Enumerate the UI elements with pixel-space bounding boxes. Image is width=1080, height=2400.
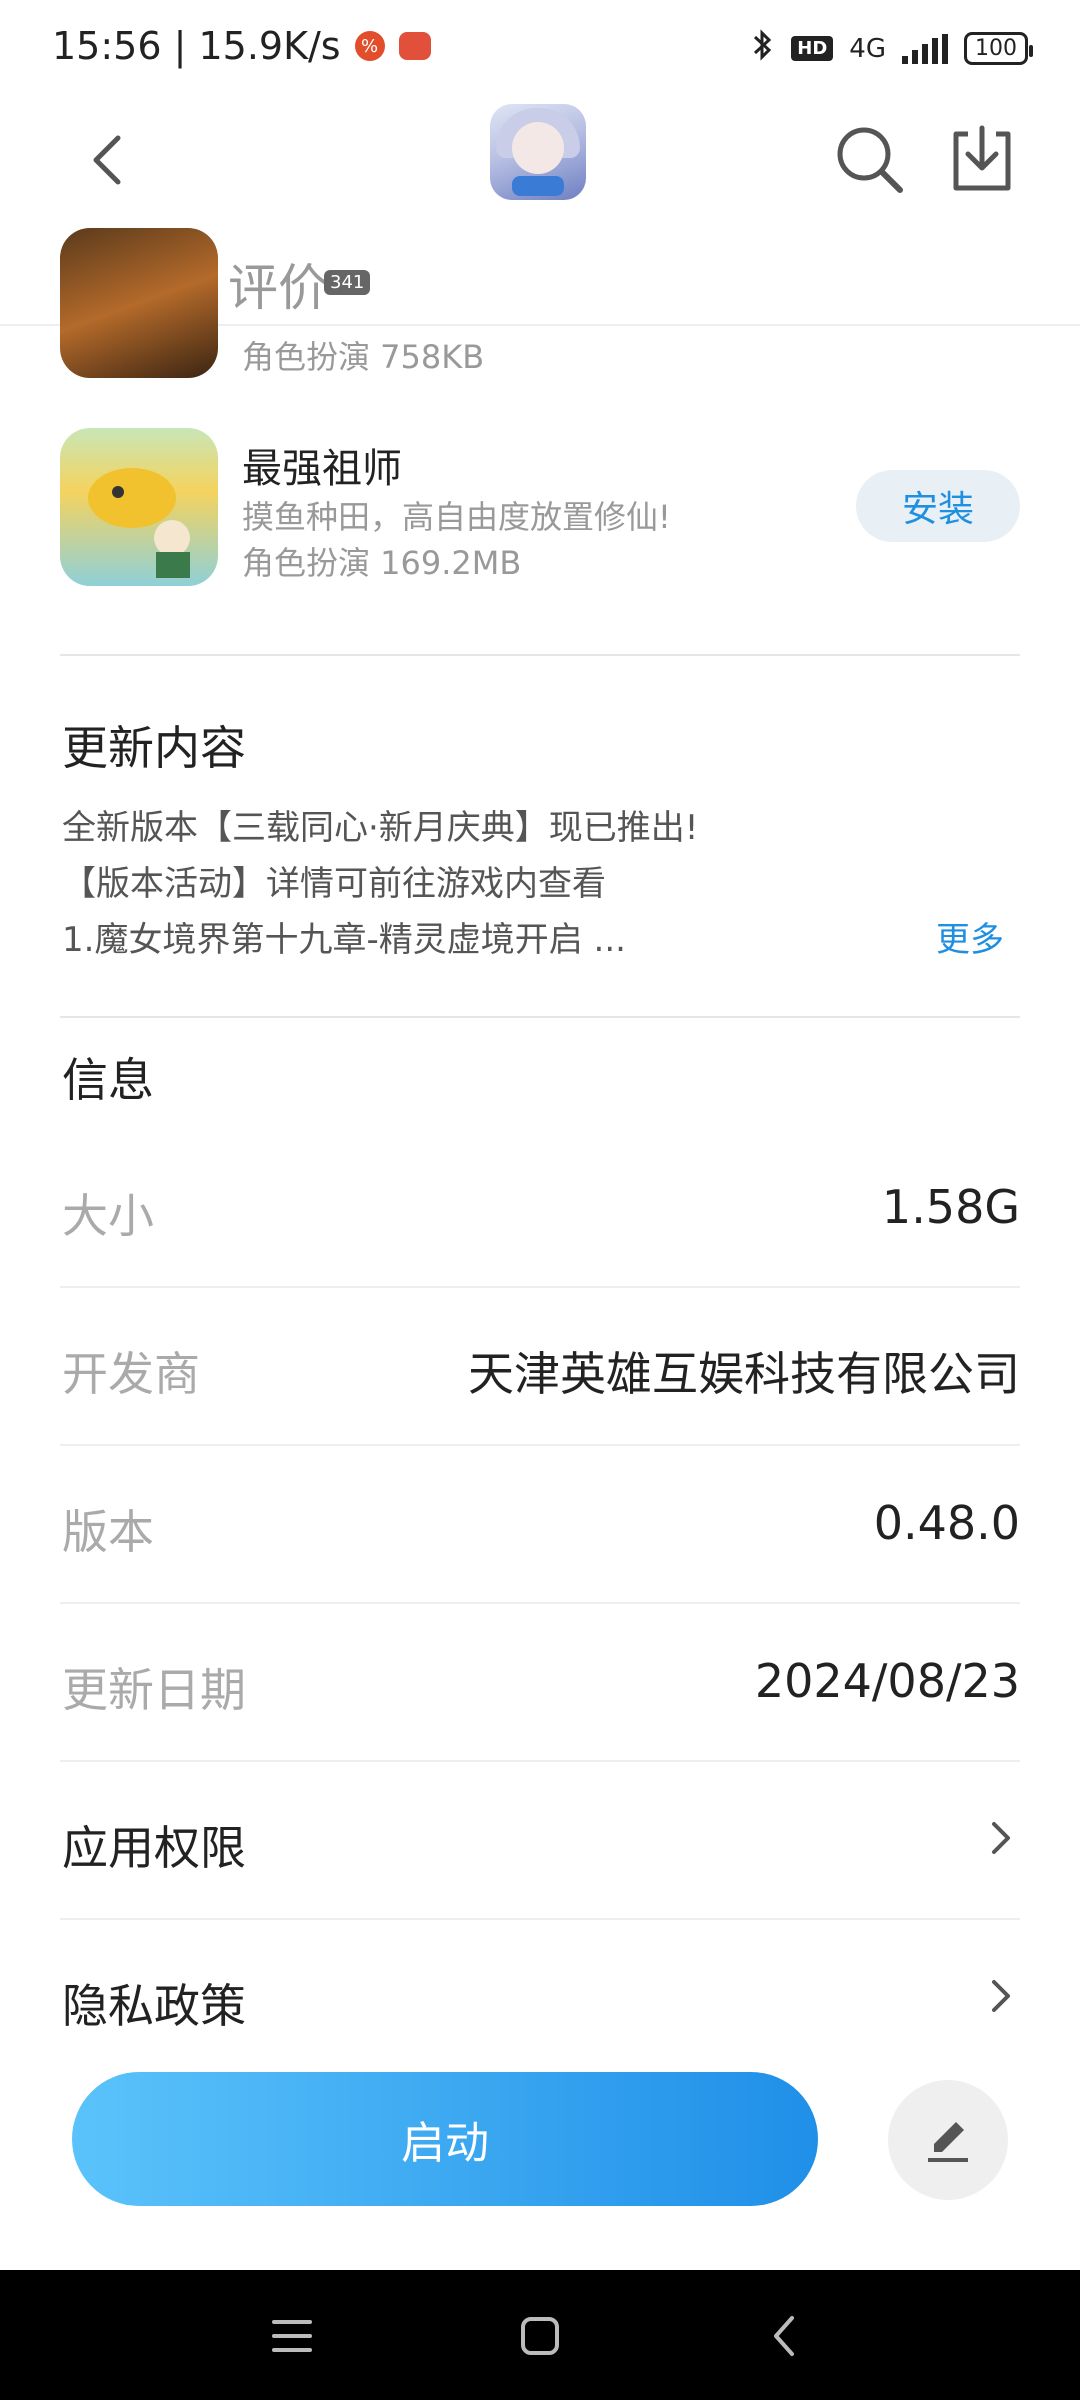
home-button[interactable]: [512, 2308, 568, 2364]
menu-icon: [272, 2320, 312, 2352]
back-nav-icon: [774, 2316, 794, 2356]
info-row-developer: 开发商 天津英雄互娱科技有限公司: [60, 1288, 1020, 1446]
search-icon: [837, 127, 903, 193]
bluetooth-icon: [751, 28, 775, 69]
info-row-size: 大小 1.58G: [60, 1130, 1020, 1288]
notification-icon: %: [354, 31, 385, 61]
link-label: 应用权限: [62, 1821, 246, 1875]
edit-review-button[interactable]: [888, 2080, 1008, 2200]
app-notification-icon: [398, 32, 431, 60]
home-icon: [521, 2317, 559, 2355]
tab-review[interactable]: 评价: [228, 248, 328, 320]
privacy-policy-row[interactable]: 隐私政策: [60, 1920, 1020, 2078]
divider: [60, 1016, 1020, 1018]
signal-icon: [902, 33, 948, 64]
list-item[interactable]: 角色扮演 758KB: [60, 228, 1020, 388]
app-thumbnail: [60, 428, 218, 586]
status-left: 15:56 | 15.9K/s %: [52, 24, 431, 68]
install-button[interactable]: 安装: [856, 470, 1020, 542]
update-line: 全新版本【三载同心·新月庆典】现已推出!: [62, 808, 699, 848]
info-value: 0.48.0: [873, 1496, 1020, 1550]
system-nav-bar: [0, 2270, 1080, 2400]
info-row-version: 版本 0.48.0: [60, 1446, 1020, 1604]
info-row-update-date: 更新日期 2024/08/23: [60, 1604, 1020, 1762]
update-section-title: 更新内容: [62, 721, 246, 775]
info-label: 版本: [62, 1505, 154, 1559]
back-icon: [93, 135, 121, 185]
chevron-right-icon: [992, 1822, 1010, 1854]
fish-icon: [88, 468, 190, 578]
list-item[interactable]: 最强祖师 摸鱼种田，高自由度放置修仙! 角色扮演 169.2MB 安装: [60, 428, 1020, 588]
battery-indicator: 100: [964, 32, 1033, 65]
menu-button[interactable]: [264, 2308, 320, 2364]
app-thumbnail: [60, 228, 218, 378]
info-value: 天津英雄互娱科技有限公司: [468, 1347, 1020, 1401]
info-section-title: 信息: [62, 1053, 154, 1107]
back-button[interactable]: [72, 124, 144, 196]
review-count-badge: 341: [324, 270, 371, 295]
download-icon: [953, 125, 1011, 191]
divider: [60, 654, 1020, 656]
chevron-right-icon: [992, 1980, 1010, 2012]
app-meta: 角色扮演 169.2MB: [242, 544, 522, 582]
app-title: 最强祖师: [242, 446, 402, 492]
info-label: 更新日期: [62, 1663, 246, 1717]
update-line: 1.魔女境界第十九章-精灵虚境开启 ...: [62, 920, 626, 960]
status-time-speed: 15:56 | 15.9K/s: [52, 24, 341, 68]
hd-badge: HD: [791, 36, 834, 61]
top-nav: [0, 104, 1080, 216]
launch-button[interactable]: 启动: [72, 2072, 818, 2206]
app-description: 摸鱼种田，高自由度放置修仙!: [242, 498, 671, 536]
update-line: 【版本活动】详情可前往游戏内查看: [62, 864, 606, 904]
info-label: 大小: [62, 1189, 154, 1243]
download-manager-button[interactable]: [944, 122, 1020, 198]
info-label: 开发商: [62, 1347, 200, 1401]
app-meta: 角色扮演 758KB: [242, 338, 485, 376]
link-label: 隐私政策: [62, 1979, 246, 2033]
status-bar: 15:56 | 15.9K/s % HD 4G 100: [0, 0, 1080, 104]
network-label: 4G: [849, 33, 886, 64]
back-nav-button[interactable]: [756, 2308, 812, 2364]
app-icon: [490, 104, 586, 200]
info-value: 2024/08/23: [754, 1654, 1020, 1708]
info-value: 1.58G: [881, 1180, 1020, 1234]
search-button[interactable]: [832, 122, 908, 198]
edit-icon: [928, 2122, 968, 2162]
more-link[interactable]: 更多: [936, 912, 1004, 961]
status-right: HD 4G 100: [751, 28, 1033, 69]
app-permissions-row[interactable]: 应用权限: [60, 1762, 1020, 1920]
